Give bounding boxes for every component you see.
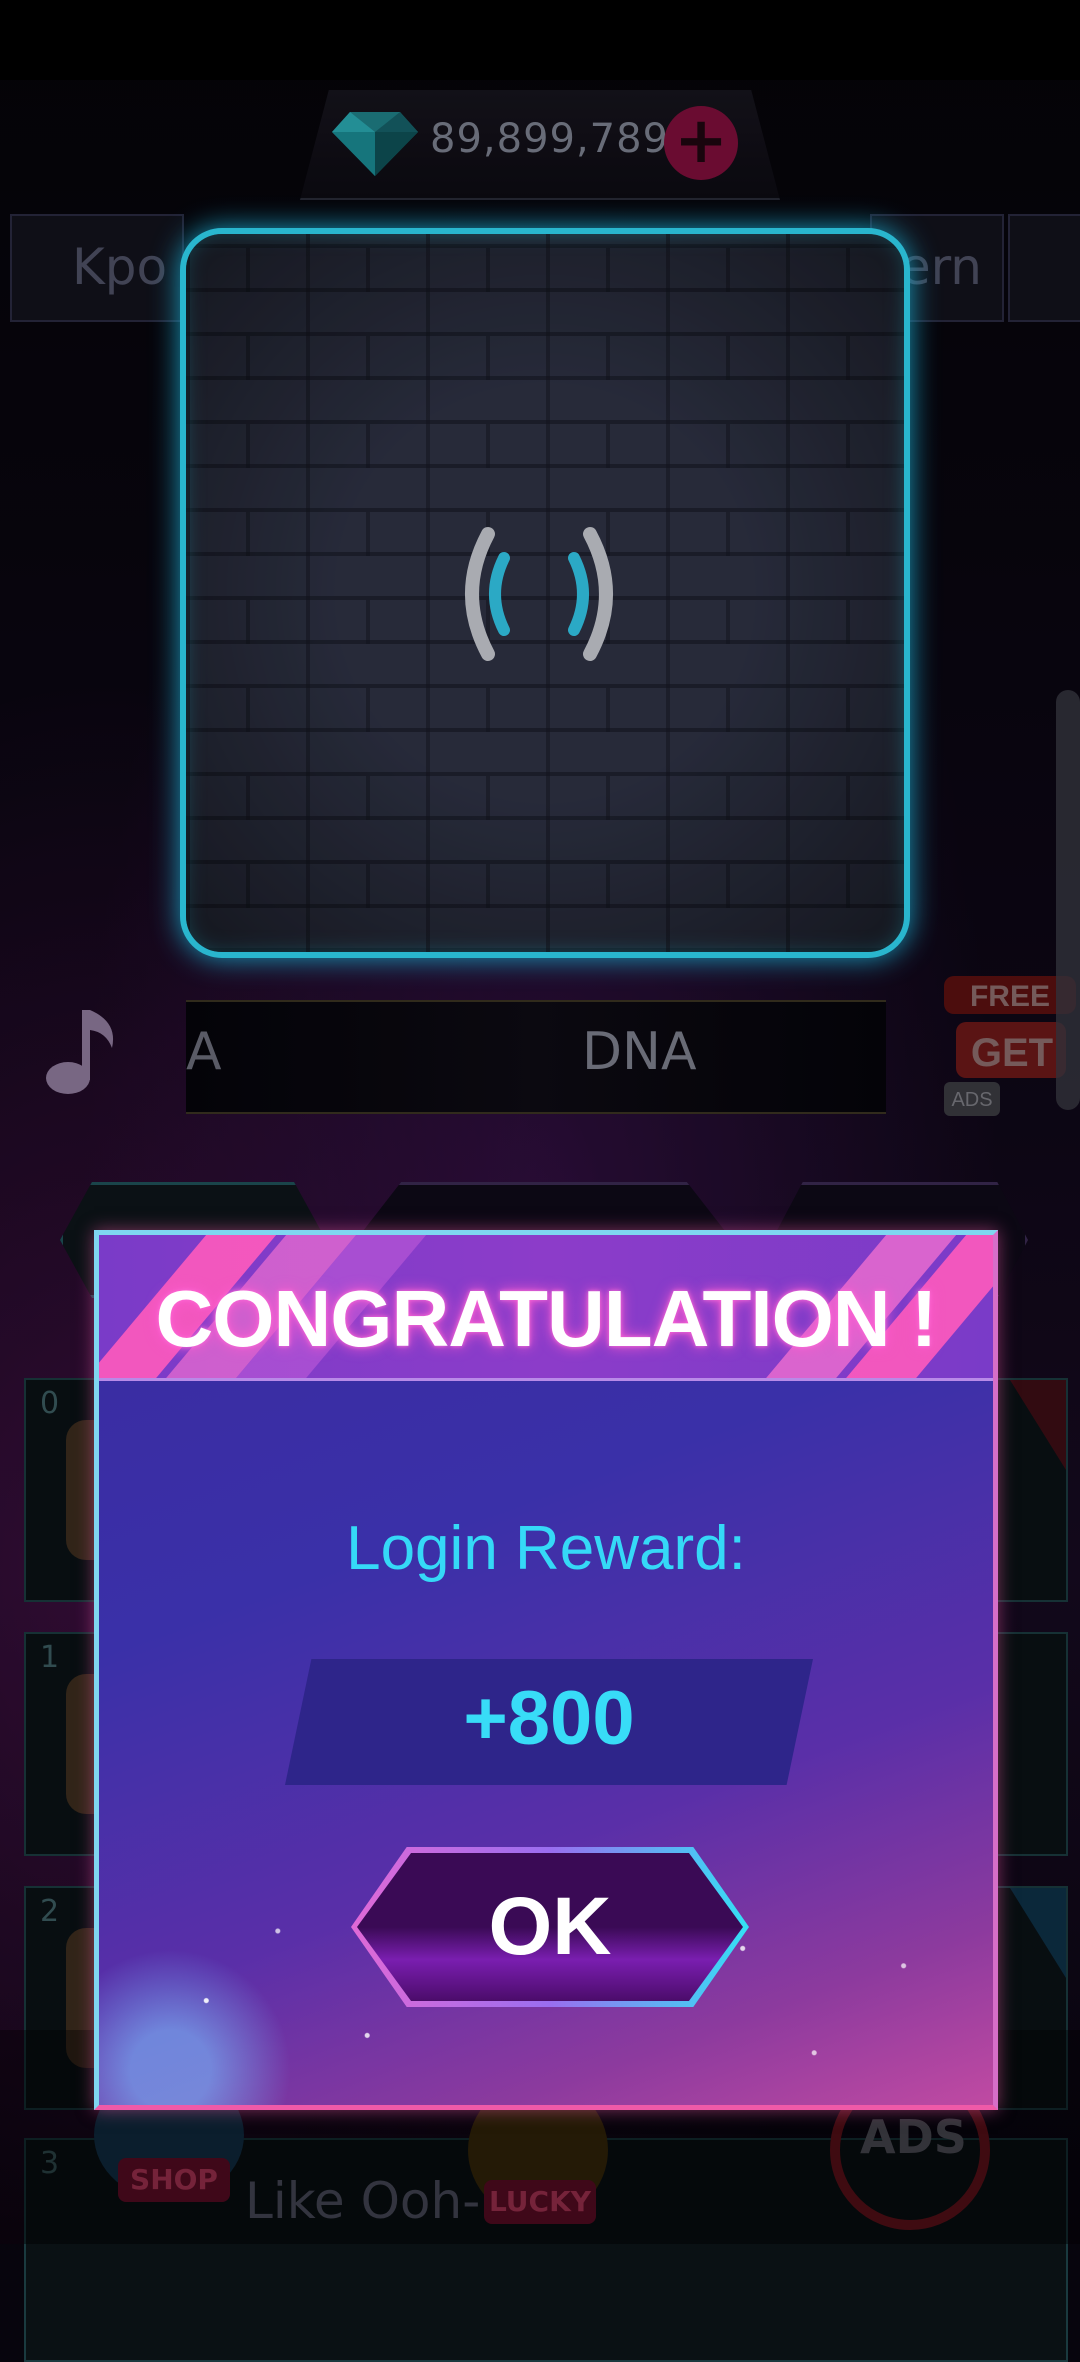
reward-value: +800 [463, 1676, 635, 1761]
ok-button-frame[interactable]: OK [351, 1847, 749, 2007]
modal-title: CONGRATULATION ! [155, 1274, 938, 1363]
reward-label: Login Reward: [346, 1514, 746, 1583]
modal-header: CONGRATULATION ! [99, 1235, 993, 1381]
ok-button[interactable]: OK [357, 1853, 743, 2001]
login-reward-dialog: CONGRATULATION ! Login Reward: +800 OK [94, 1230, 998, 2110]
